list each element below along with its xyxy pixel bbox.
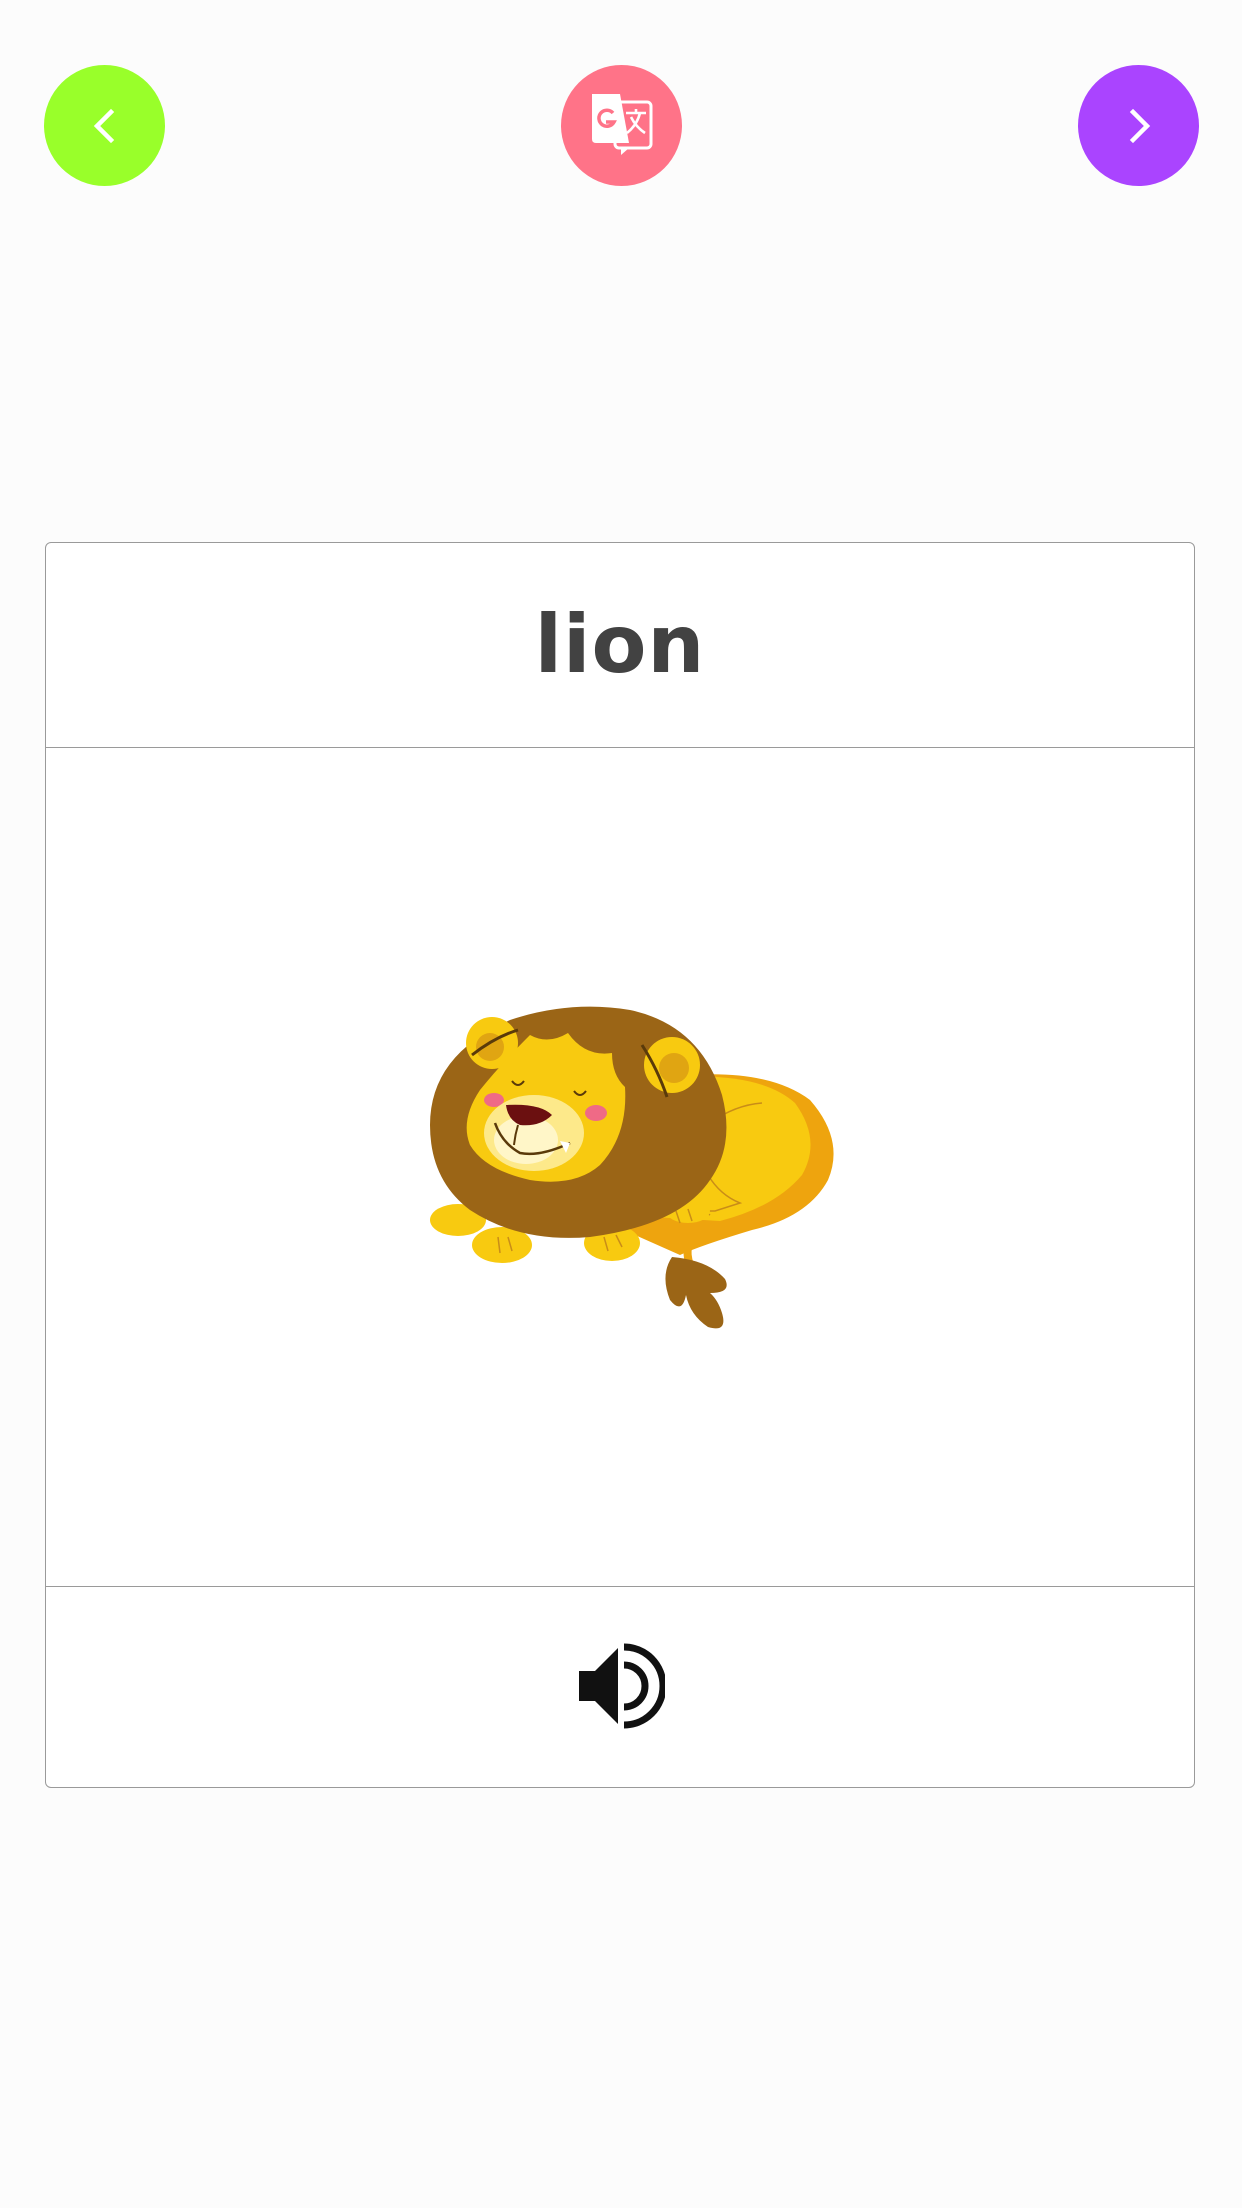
lion-illustration [390,975,850,1359]
card-image-area [46,748,1194,1586]
previous-button[interactable] [44,65,165,186]
word-label: lion [534,598,706,691]
card-footer [46,1586,1194,1787]
chevron-right-icon [1121,104,1157,148]
flash-card: lion [45,542,1195,1788]
translate-button[interactable] [561,65,682,186]
google-translate-icon [587,91,657,161]
chevron-left-icon [87,104,123,148]
speaker-icon [575,1643,667,1733]
card-header: lion [46,543,1194,748]
next-button[interactable] [1078,65,1199,186]
play-sound-button[interactable] [570,1638,670,1738]
